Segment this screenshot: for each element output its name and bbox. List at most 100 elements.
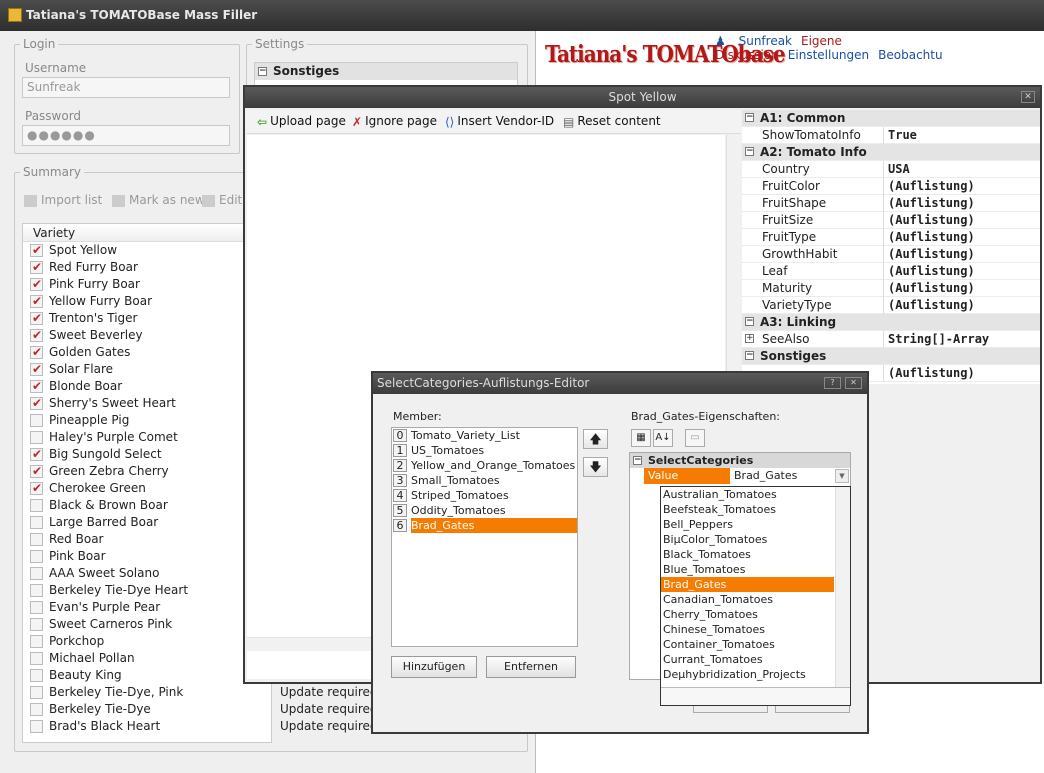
row-checkbox[interactable] xyxy=(30,618,43,631)
row-checkbox[interactable] xyxy=(30,584,43,597)
list-item[interactable]: Evan's Purple Pear xyxy=(23,599,271,616)
row-checkbox[interactable] xyxy=(30,703,43,716)
row-checkbox[interactable] xyxy=(30,516,43,529)
member-item[interactable]: 5 Oddity_Tomatoes xyxy=(393,503,577,518)
row-checkbox[interactable] xyxy=(30,310,43,327)
property-value[interactable]: (Auflistung) xyxy=(888,229,975,246)
collapse-icon[interactable]: − xyxy=(745,113,754,122)
row-checkbox[interactable] xyxy=(30,431,43,444)
property-row[interactable]: GrowthHabit (Auflistung) xyxy=(742,246,1040,263)
property-row[interactable]: Maturity (Auflistung) xyxy=(742,280,1040,297)
member-item[interactable]: 6 Brad_Gates xyxy=(393,518,577,533)
category-option[interactable]: Brad_Gates xyxy=(661,577,834,592)
settings-category[interactable]: − Sonstiges xyxy=(255,63,517,80)
variety-column-header[interactable]: Variety xyxy=(23,224,271,242)
list-item[interactable]: Red Furry Boar xyxy=(23,259,271,276)
row-checkbox[interactable] xyxy=(30,463,43,480)
list-item[interactable]: Berkeley Tie-Dye xyxy=(23,701,271,718)
list-item[interactable]: Blonde Boar xyxy=(23,378,271,395)
property-value[interactable]: (Auflistung) xyxy=(888,195,975,212)
move-down-button[interactable]: 🡇 xyxy=(583,457,608,477)
insert-vendor-button[interactable]: ⟨⟩ Insert Vendor-ID xyxy=(445,114,554,129)
row-checkbox[interactable] xyxy=(30,601,43,614)
row-checkbox[interactable] xyxy=(30,361,43,378)
row-checkbox[interactable] xyxy=(30,550,43,563)
list-item[interactable]: Haley's Purple Comet xyxy=(23,429,271,446)
collapse-icon[interactable]: − xyxy=(745,351,754,360)
property-row[interactable]: FruitSize (Auflistung) xyxy=(742,212,1040,229)
list-item[interactable]: Red Boar xyxy=(23,531,271,548)
select-categories-category[interactable]: − SelectCategories xyxy=(630,453,850,468)
row-checkbox[interactable] xyxy=(30,293,43,310)
list-item[interactable]: AAA Sweet Solano xyxy=(23,565,271,582)
row-checkbox[interactable] xyxy=(30,567,43,580)
close-icon[interactable]: ✕ xyxy=(1021,91,1035,103)
move-up-button[interactable]: 🡅 xyxy=(583,429,608,449)
property-pages-icon[interactable]: ▭ xyxy=(685,429,705,447)
property-category[interactable]: − Sonstiges xyxy=(742,348,1040,365)
category-option[interactable]: Bell_Peppers xyxy=(661,517,834,532)
list-item[interactable]: Berkeley Tie-Dye, Pink xyxy=(23,684,271,701)
category-option[interactable]: Chinese_Tomatoes xyxy=(661,622,834,637)
property-category[interactable]: − A1: Common xyxy=(742,110,1040,127)
category-option[interactable]: Beefsteak_Tomatoes xyxy=(661,502,834,517)
row-checkbox[interactable] xyxy=(30,414,43,427)
property-row[interactable]: Leaf (Auflistung) xyxy=(742,263,1040,280)
list-item[interactable]: Beauty King xyxy=(23,667,271,684)
list-item[interactable]: Sweet Carneros Pink xyxy=(23,616,271,633)
help-icon[interactable]: ? xyxy=(824,377,841,389)
row-checkbox[interactable] xyxy=(30,635,43,648)
resize-grip[interactable] xyxy=(661,687,850,705)
import-list-button[interactable]: Import list xyxy=(24,193,102,207)
collapse-icon[interactable]: − xyxy=(745,317,754,326)
list-item[interactable]: Yellow Furry Boar xyxy=(23,293,271,310)
property-row[interactable]: ShowTomatoInfo True xyxy=(742,127,1040,144)
remove-button[interactable]: Entfernen xyxy=(486,656,576,678)
list-item[interactable]: Pink Furry Boar xyxy=(23,276,271,293)
list-item[interactable]: Porkchop xyxy=(23,633,271,650)
list-item[interactable]: Cherokee Green xyxy=(23,480,271,497)
row-checkbox[interactable] xyxy=(30,720,43,733)
list-item[interactable]: Pineapple Pig xyxy=(23,412,271,429)
row-checkbox[interactable] xyxy=(30,533,43,546)
member-item[interactable]: 0 Tomato_Variety_List xyxy=(393,428,577,443)
category-option[interactable]: Canadian_Tomatoes xyxy=(661,592,834,607)
row-checkbox[interactable] xyxy=(30,669,43,682)
property-value[interactable]: (Auflistung) xyxy=(888,280,975,297)
category-option[interactable]: BiµColor_Tomatoes xyxy=(661,532,834,547)
close-icon[interactable]: ✕ xyxy=(845,377,862,389)
password-field[interactable]: ●●●●●● xyxy=(22,125,230,146)
property-category[interactable]: − A2: Tomato Info xyxy=(742,144,1040,161)
value-property-row[interactable]: Value Brad_Gates ▼ xyxy=(630,468,850,484)
category-option[interactable]: Currant_Tomatoes xyxy=(661,652,834,667)
property-row[interactable]: FruitShape (Auflistung) xyxy=(742,195,1040,212)
list-item[interactable]: Berkeley Tie-Dye Heart xyxy=(23,582,271,599)
member-item[interactable]: 1 US_Tomatoes xyxy=(393,443,577,458)
collapse-icon[interactable]: − xyxy=(258,67,267,76)
list-item[interactable]: Michael Pollan xyxy=(23,650,271,667)
list-item[interactable]: Spot Yellow xyxy=(23,242,271,259)
category-option[interactable]: Deµhybridization_Projects xyxy=(661,667,834,682)
expand-icon[interactable]: + xyxy=(745,334,754,343)
member-item[interactable]: 3 Small_Tomatoes xyxy=(393,473,577,488)
category-option[interactable]: Black_Tomatoes xyxy=(661,547,834,562)
row-checkbox[interactable] xyxy=(30,259,43,276)
property-value[interactable]: String[]-Array xyxy=(888,331,989,348)
reset-content-button[interactable]: ▤ Reset content xyxy=(563,114,661,129)
top-link[interactable]: Beobachtu xyxy=(878,48,942,62)
property-value[interactable]: (Auflistung) xyxy=(888,212,975,229)
top-link[interactable]: Sunfreak xyxy=(739,34,792,48)
list-item[interactable]: Sherry's Sweet Heart xyxy=(23,395,271,412)
username-field[interactable]: Sunfreak xyxy=(22,77,230,98)
category-option[interactable]: Australian_Tomatoes xyxy=(661,487,834,502)
property-value[interactable]: (Auflistung) xyxy=(888,297,975,314)
value-property-value[interactable]: Brad_Gates xyxy=(734,468,797,484)
row-checkbox[interactable] xyxy=(30,446,43,463)
row-checkbox[interactable] xyxy=(30,242,43,259)
edit-button[interactable]: Edit xyxy=(202,193,242,207)
list-item[interactable]: Trenton's Tiger xyxy=(23,310,271,327)
property-row[interactable]: VarietyType (Auflistung) xyxy=(742,297,1040,314)
mark-as-new-button[interactable]: Mark as new xyxy=(112,193,205,207)
row-checkbox[interactable] xyxy=(30,652,43,665)
property-row[interactable]: + SeeAlso String[]-Array xyxy=(742,331,1040,348)
